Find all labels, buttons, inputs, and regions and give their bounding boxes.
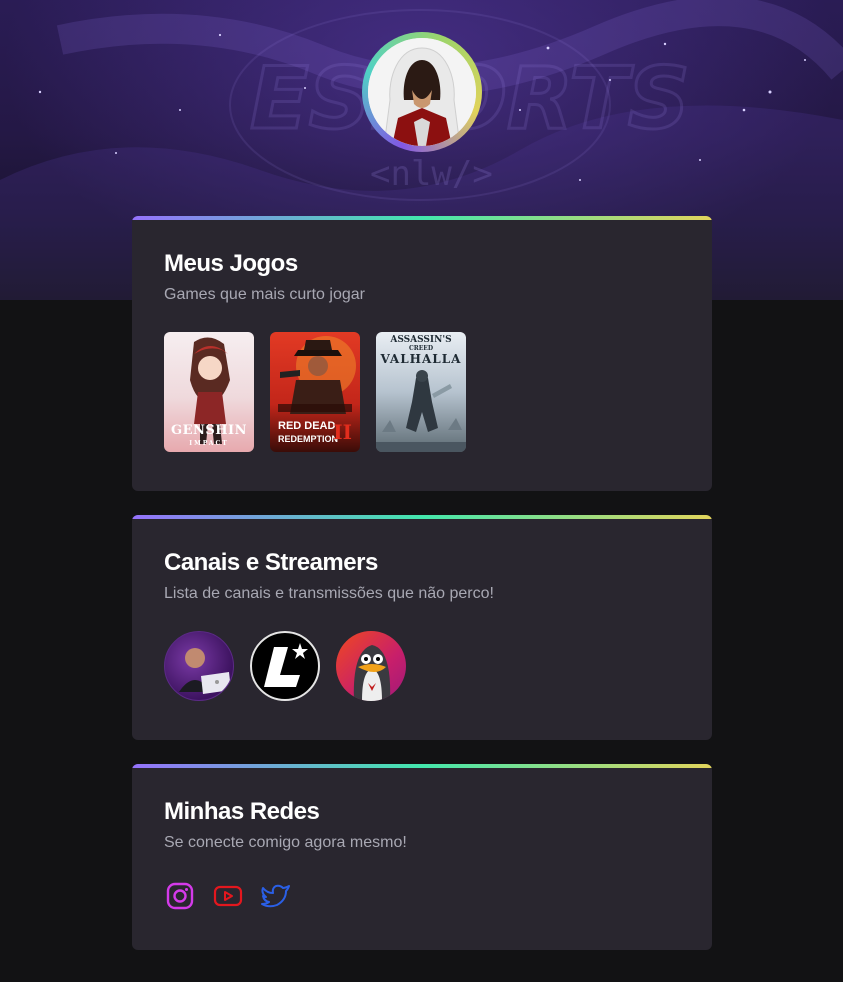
twitter-link[interactable] [260, 880, 292, 912]
hero-logo-sub: <nlw/> [370, 154, 493, 194]
youtube-link[interactable] [212, 880, 244, 912]
socials-list [164, 880, 292, 912]
socials-title: Minhas Redes [164, 798, 320, 825]
socials-subtitle: Se conecte comigo agora mesmo! [164, 834, 407, 851]
game-card-red-dead-redemption[interactable]: RED DEAD REDEMPTION II [270, 332, 360, 452]
streamers-subtitle: Lista de canais e transmissões que não p… [164, 585, 494, 602]
streamers-title: Canais e Streamers [164, 549, 378, 576]
streamer-l-logo-icon [264, 643, 308, 687]
games-section: Meus Jogos Games que mais curto jogar GE… [132, 216, 712, 491]
streamers-list [164, 631, 406, 701]
socials-section: Minhas Redes Se conecte comigo agora mes… [132, 764, 712, 950]
twitter-icon [261, 884, 290, 908]
rdr-caption-numeral: II [333, 420, 352, 444]
streamer-penguin-avatar-icon [353, 645, 391, 701]
games-list: GENSHIN IMPACT RED DEAD REDEMPTION II AS… [164, 332, 466, 452]
instagram-link[interactable] [164, 880, 196, 912]
streamer-laptop-avatar-icon [179, 648, 231, 694]
games-title: Meus Jogos [164, 250, 298, 277]
streamer-avatar-2[interactable] [250, 631, 320, 701]
profile-avatar [362, 32, 482, 152]
game-card-ac-valhalla[interactable]: ASSASSIN'S CREED VALHALLA [376, 332, 466, 452]
genshin-caption: GENSHIN [170, 423, 248, 438]
valhalla-cover-icon [376, 370, 466, 452]
avatar [368, 38, 476, 146]
instagram-icon [166, 882, 194, 910]
streamer-avatar-1[interactable] [164, 631, 234, 701]
streamer-avatar-3[interactable] [336, 631, 406, 701]
rdr-caption: RED DEAD [278, 420, 336, 432]
assassin-avatar-icon [368, 38, 476, 146]
rdr-caption-sub: REDEMPTION [278, 434, 339, 444]
streamers-section: Canais e Streamers Lista de canais e tra… [132, 515, 712, 740]
games-subtitle: Games que mais curto jogar [164, 286, 365, 303]
genshin-caption-sub: IMPACT [189, 440, 229, 447]
youtube-icon [213, 885, 243, 907]
game-card-genshin-impact[interactable]: GENSHIN IMPACT [164, 332, 254, 452]
